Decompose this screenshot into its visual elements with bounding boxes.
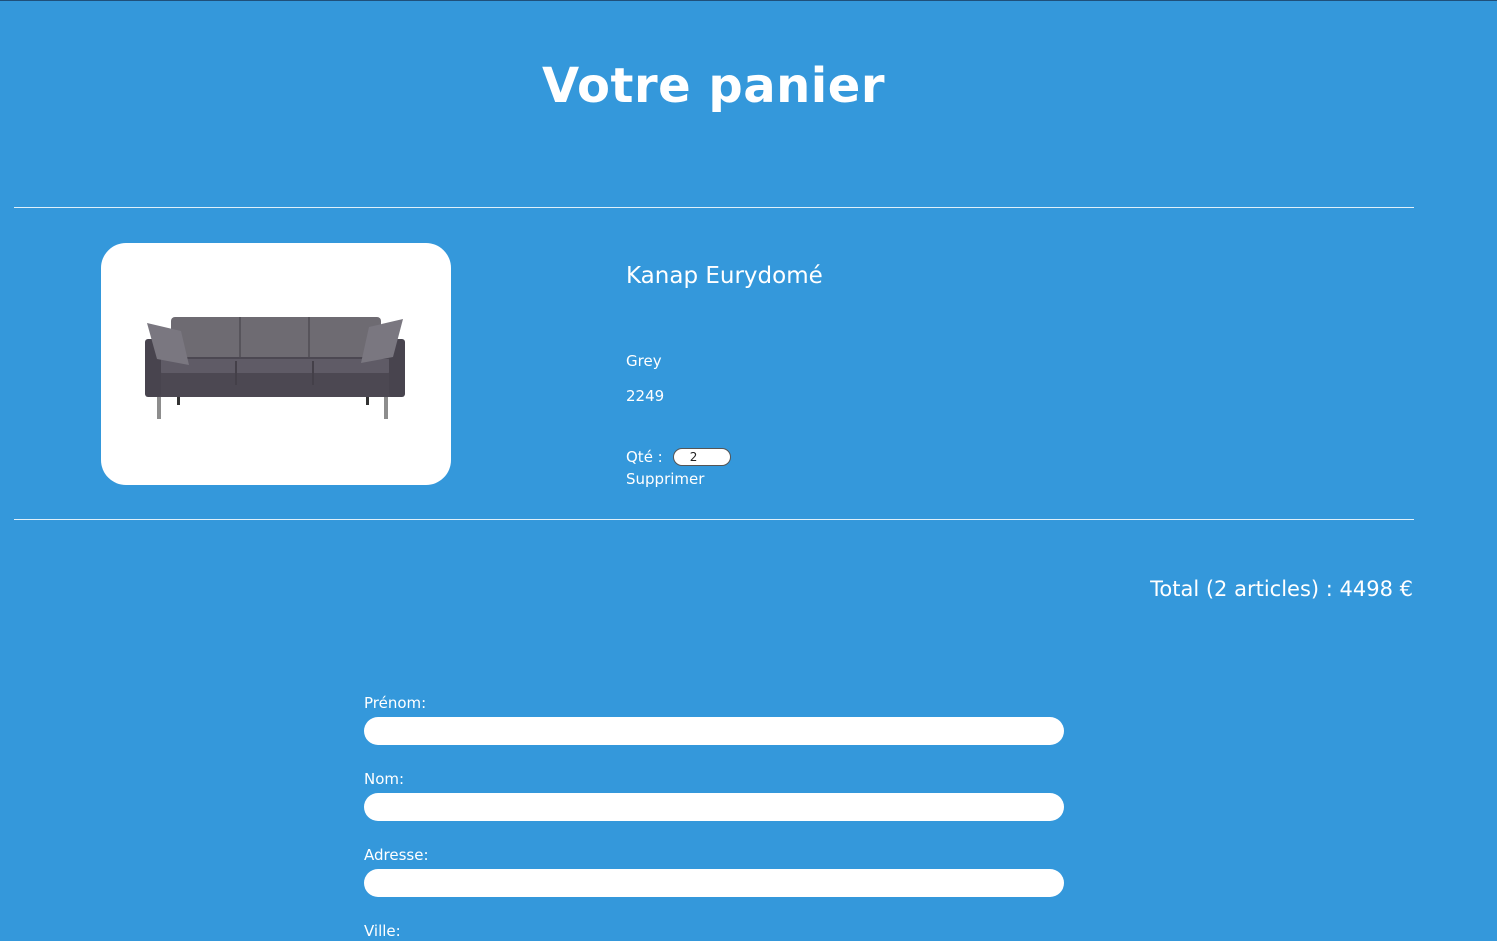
address-label: Adresse: xyxy=(364,846,429,864)
first-name-field[interactable] xyxy=(364,717,1064,745)
last-name-field[interactable] xyxy=(364,793,1064,821)
product-image xyxy=(101,243,451,485)
product-color: Grey xyxy=(626,352,662,370)
top-border xyxy=(0,0,1497,1)
last-name-label: Nom: xyxy=(364,770,405,788)
cart-item-divider-top xyxy=(14,207,1414,208)
address-field[interactable] xyxy=(364,869,1064,897)
quantity-label: Qté : xyxy=(626,448,663,466)
page-title: Votre panier xyxy=(542,58,885,114)
product-price: 2249 xyxy=(626,387,665,405)
cart-total: Total (2 articles) : 4498 € xyxy=(1150,577,1413,601)
sofa-icon xyxy=(145,317,405,419)
first-name-label: Prénom: xyxy=(364,694,427,712)
product-name: Kanap Eurydomé xyxy=(626,263,823,289)
cart-item-divider-bottom xyxy=(14,519,1414,520)
city-label: Ville: xyxy=(364,922,401,940)
quantity-row: Qté : xyxy=(626,448,731,466)
delete-item-button[interactable]: Supprimer xyxy=(626,470,704,488)
quantity-input[interactable] xyxy=(672,448,731,466)
